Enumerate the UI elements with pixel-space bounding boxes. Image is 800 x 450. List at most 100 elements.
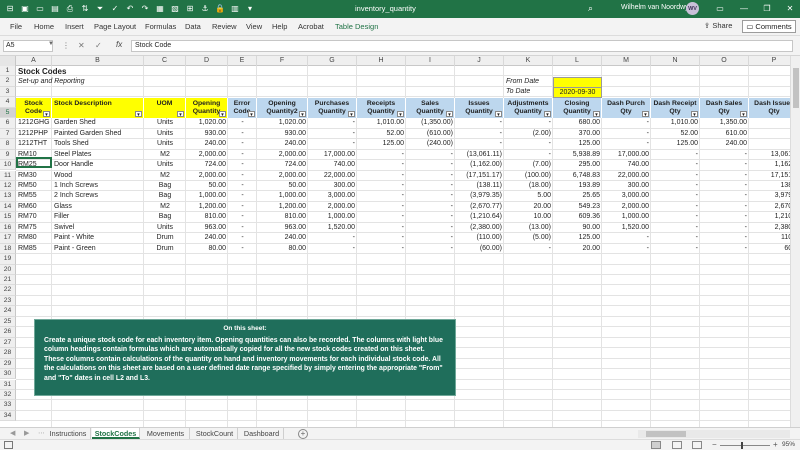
anchor-icon[interactable]: ⚓ (199, 3, 211, 14)
row-header-8[interactable]: 8 (0, 139, 16, 150)
sheet-tab-instructions[interactable]: Instructions (46, 428, 91, 439)
column-heading-dash-purch[interactable]: Dash Purch Qty ▼ (602, 98, 651, 119)
column-heading-receipts[interactable]: Receipts Quantity ▼ (357, 98, 406, 119)
table-cell[interactable]: 680.00 (553, 118, 602, 128)
table-cell[interactable]: - (651, 244, 700, 254)
table-cell[interactable]: 810.00 (257, 212, 308, 222)
column-header-h[interactable]: H (357, 56, 406, 66)
to-date-cell[interactable]: 2020-09-30 (553, 87, 602, 98)
table-cell[interactable]: 13,061.1 (749, 150, 790, 160)
row-header-33[interactable]: 33 (0, 400, 16, 411)
filter-dropdown-icon[interactable]: ▼ (642, 111, 649, 118)
row-header-11[interactable]: 11 (0, 170, 16, 181)
tab-help[interactable]: Help (272, 22, 287, 31)
table-cell[interactable]: - (228, 212, 257, 222)
filter-dropdown-icon[interactable]: ▼ (691, 111, 698, 118)
filter-dropdown-icon[interactable]: ▼ (740, 111, 747, 118)
to-date-label[interactable]: To Date (504, 87, 532, 98)
table-cell[interactable]: Drum (144, 244, 186, 254)
tab-home[interactable]: Home (34, 22, 54, 31)
spelling-icon[interactable]: ✓ (109, 3, 121, 14)
table-cell[interactable]: - (700, 244, 749, 254)
table-cell[interactable]: - (651, 160, 700, 170)
table-cell[interactable]: 1,200.00 (186, 202, 228, 212)
table-cell[interactable]: - (357, 160, 406, 170)
table-cell[interactable]: - (357, 244, 406, 254)
search-icon[interactable]: ⌕ (588, 3, 593, 14)
column-header-e[interactable]: E (228, 56, 257, 66)
table-cell[interactable]: 3,000.00 (602, 191, 651, 201)
column-heading-adjustments[interactable]: Adjustments Quantity ▼ (504, 98, 553, 119)
undo-icon[interactable]: ↶ (124, 3, 136, 14)
table-cell[interactable]: - (308, 244, 357, 254)
insert-function-icon[interactable]: fx (116, 40, 122, 49)
table-cell[interactable]: 1,020.00 (186, 118, 228, 128)
table-cell[interactable]: Painted Garden Shed (52, 129, 144, 139)
zoom-out-icon[interactable]: − (712, 440, 717, 449)
save-icon[interactable]: ▣ (19, 3, 31, 14)
table-cell[interactable]: - (228, 171, 257, 181)
column-header-k[interactable]: K (504, 56, 553, 66)
table-cell[interactable]: Units (144, 129, 186, 139)
formula-input[interactable]: Stock Code (131, 40, 793, 52)
table-cell[interactable]: - (406, 150, 455, 160)
column-header-i[interactable]: I (406, 56, 455, 66)
filter-dropdown-icon[interactable]: ▼ (219, 111, 226, 118)
table-cell[interactable]: - (357, 181, 406, 191)
table-cell[interactable]: - (228, 191, 257, 201)
row-header-19[interactable]: 19 (0, 254, 16, 265)
table-cell[interactable]: 3,000.00 (308, 191, 357, 201)
sheet-title[interactable]: Stock Codes (16, 67, 68, 78)
user-name[interactable]: Wilhelm van Noordwyk (621, 4, 692, 11)
column-header-f[interactable]: F (257, 56, 308, 66)
table-cell[interactable]: 22,000.00 (602, 171, 651, 181)
document-title[interactable]: inventory_quantity (355, 4, 416, 13)
table-cell[interactable]: 1,010.00 (651, 118, 700, 128)
table-cell[interactable]: - (602, 233, 651, 243)
table-cell[interactable]: (1,350.00) (406, 118, 455, 128)
column-heading-opening[interactable]: Opening Quantity2 ▼ (257, 98, 308, 119)
row-header-6[interactable]: 6 (0, 118, 16, 129)
table-cell[interactable]: - (406, 223, 455, 233)
row-header-29[interactable]: 29 (0, 358, 16, 370)
table-cell[interactable]: Bag (144, 191, 186, 201)
table-cell[interactable]: 1,020.00 (257, 118, 308, 128)
column-heading-stock-description[interactable]: Stock Description ▼ (52, 98, 144, 119)
table-cell[interactable]: 5,938.89 (553, 150, 602, 160)
table-cell[interactable]: - (308, 129, 357, 139)
table-cell[interactable]: - (749, 129, 790, 139)
row-header-9[interactable]: 9 (0, 149, 16, 161)
row-header-24[interactable]: 24 (0, 306, 16, 317)
table-cell[interactable]: Bag (144, 212, 186, 222)
stock-code-cell[interactable]: RM75 (16, 223, 52, 233)
filter-dropdown-icon[interactable]: ▼ (299, 111, 306, 118)
table-cell[interactable]: - (406, 191, 455, 201)
table-cell[interactable]: (110.00) (455, 233, 504, 243)
filter-dropdown-icon[interactable]: ▼ (593, 111, 600, 118)
column-heading-dash-issues[interactable]: Dash IssuesQty▼ (749, 98, 790, 119)
table-cell[interactable]: - (455, 118, 504, 128)
table-cell[interactable]: (2.00) (504, 129, 553, 139)
table-cell[interactable]: (17,151.17) (455, 171, 504, 181)
table-cell[interactable]: 110.0 (749, 233, 790, 243)
table-cell[interactable]: Filler (52, 212, 144, 222)
table-cell[interactable]: - (308, 139, 357, 149)
page-layout-view-icon[interactable] (672, 441, 682, 449)
table-cell[interactable]: 240.00 (257, 139, 308, 149)
row-header-21[interactable]: 21 (0, 275, 16, 286)
table-cell[interactable]: - (700, 212, 749, 222)
table-cell[interactable]: 2,000.00 (186, 150, 228, 160)
filter-dropdown-icon[interactable]: ▼ (177, 111, 184, 118)
scroll-right-icon[interactable]: ▶ (24, 429, 29, 437)
table-cell[interactable]: 20.00 (553, 244, 602, 254)
table-cell[interactable]: - (749, 139, 790, 149)
name-box[interactable]: A5 (3, 40, 53, 52)
table-cell[interactable]: 930.00 (186, 129, 228, 139)
table-cell[interactable]: 930.00 (257, 129, 308, 139)
table-cell[interactable]: - (406, 171, 455, 181)
table-cell[interactable]: 125.00 (553, 139, 602, 149)
macro-record-icon[interactable] (4, 441, 13, 449)
table-cell[interactable]: 2,670.7 (749, 202, 790, 212)
table-cell[interactable]: 1,520.00 (602, 223, 651, 233)
customize-qat-icon[interactable]: ▾ (244, 3, 256, 14)
